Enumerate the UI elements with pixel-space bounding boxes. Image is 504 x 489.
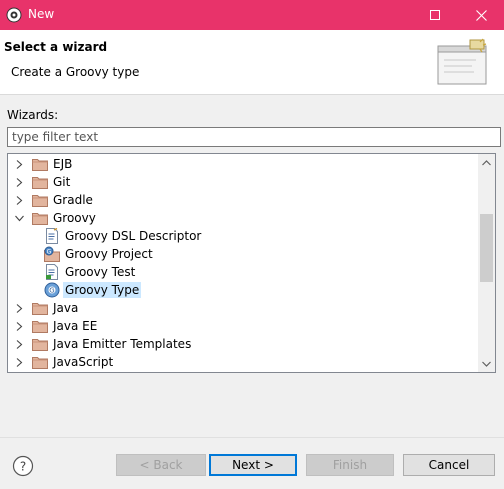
groovy-test-icon — [44, 264, 60, 280]
banner-title: Select a wizard — [4, 40, 108, 54]
tree-item-label: Groovy Project — [65, 247, 153, 261]
tree-item[interactable]: Git — [12, 173, 72, 191]
folder-icon — [32, 336, 48, 352]
wizard-tree: EJB Git Gradle Groovy Groovy DSL Descriptor G… — [7, 153, 496, 373]
chevron-right-icon[interactable] — [12, 299, 26, 317]
chevron-right-icon[interactable] — [12, 335, 26, 353]
svg-text:?: ? — [20, 460, 26, 474]
close-icon — [475, 9, 487, 21]
back-button[interactable]: < Back — [116, 454, 206, 476]
tree-item[interactable]: Groovy Test — [44, 263, 137, 281]
filter-input[interactable] — [7, 127, 501, 147]
tree-item-label: EJB — [53, 157, 73, 171]
tree-scrollbar[interactable] — [478, 154, 495, 372]
eclipse-app-icon — [6, 7, 22, 23]
dsl-descriptor-icon — [44, 228, 60, 244]
tree-item-label: Groovy DSL Descriptor — [65, 229, 202, 243]
chevron-right-icon[interactable] — [12, 173, 26, 191]
tree-item-label: Git — [53, 175, 71, 189]
svg-text:G: G — [49, 287, 54, 295]
folder-icon — [32, 210, 48, 226]
tree-item[interactable]: Groovy DSL Descriptor — [44, 227, 203, 245]
tree-item-label: Java Emitter Templates — [53, 337, 192, 351]
button-bar-divider — [0, 437, 504, 438]
cancel-button[interactable]: Cancel — [403, 454, 495, 476]
chevron-down-icon[interactable] — [12, 209, 26, 227]
title-bar: New — [0, 0, 504, 30]
chevron-down-icon — [482, 361, 491, 367]
folder-icon — [32, 192, 48, 208]
folder-icon — [32, 318, 48, 334]
tree-item[interactable]: EJB — [12, 155, 74, 173]
chevron-right-icon[interactable] — [12, 191, 26, 209]
folder-icon — [32, 300, 48, 316]
tree-item-label: Groovy Test — [65, 265, 136, 279]
close-button[interactable] — [458, 0, 504, 30]
wizards-label: Wizards: — [7, 108, 59, 122]
folder-icon — [32, 174, 48, 190]
help-icon[interactable]: ? — [12, 455, 34, 477]
groovy-project-icon: G — [44, 246, 60, 262]
folder-icon — [32, 156, 48, 172]
chevron-up-icon — [482, 159, 491, 165]
wizard-banner: Select a wizard Create a Groovy type — [0, 30, 504, 95]
tree-item[interactable]: Java — [12, 299, 80, 317]
chevron-right-icon[interactable] — [12, 353, 26, 371]
tree-item-label: Groovy — [53, 211, 96, 225]
folder-icon — [32, 354, 48, 370]
tree-item[interactable]: Gradle — [12, 191, 95, 209]
tree-item[interactable]: G Groovy Project — [44, 245, 155, 263]
banner-description: Create a Groovy type — [11, 65, 140, 79]
new-wizard-banner-icon — [437, 38, 487, 85]
tree-item-label: Gradle — [53, 193, 93, 207]
tree-item-label: Java EE — [53, 319, 98, 333]
chevron-right-icon[interactable] — [12, 155, 26, 173]
tree-item[interactable]: JavaScript — [12, 353, 115, 371]
scroll-down-button[interactable] — [478, 355, 495, 372]
window-title: New — [28, 7, 55, 21]
svg-text:G: G — [47, 249, 52, 256]
chevron-right-icon[interactable] — [12, 317, 26, 335]
tree-item[interactable]: Java Emitter Templates — [12, 335, 193, 353]
scroll-up-button[interactable] — [478, 154, 495, 171]
tree-item[interactable]: Java EE — [12, 317, 99, 335]
tree-item[interactable]: Groovy — [12, 209, 98, 227]
finish-button[interactable]: Finish — [306, 454, 394, 476]
groovy-type-icon: G — [44, 282, 60, 298]
scroll-thumb[interactable] — [480, 214, 493, 282]
maximize-button[interactable] — [412, 0, 458, 30]
next-button[interactable]: Next > — [209, 454, 297, 476]
tree-item-label: JavaScript — [53, 355, 114, 369]
tree-item-label: Java — [53, 301, 79, 315]
maximize-icon — [430, 10, 440, 20]
tree-item-label: Groovy Type — [63, 282, 142, 298]
tree-item[interactable]: G Groovy Type — [44, 281, 142, 299]
